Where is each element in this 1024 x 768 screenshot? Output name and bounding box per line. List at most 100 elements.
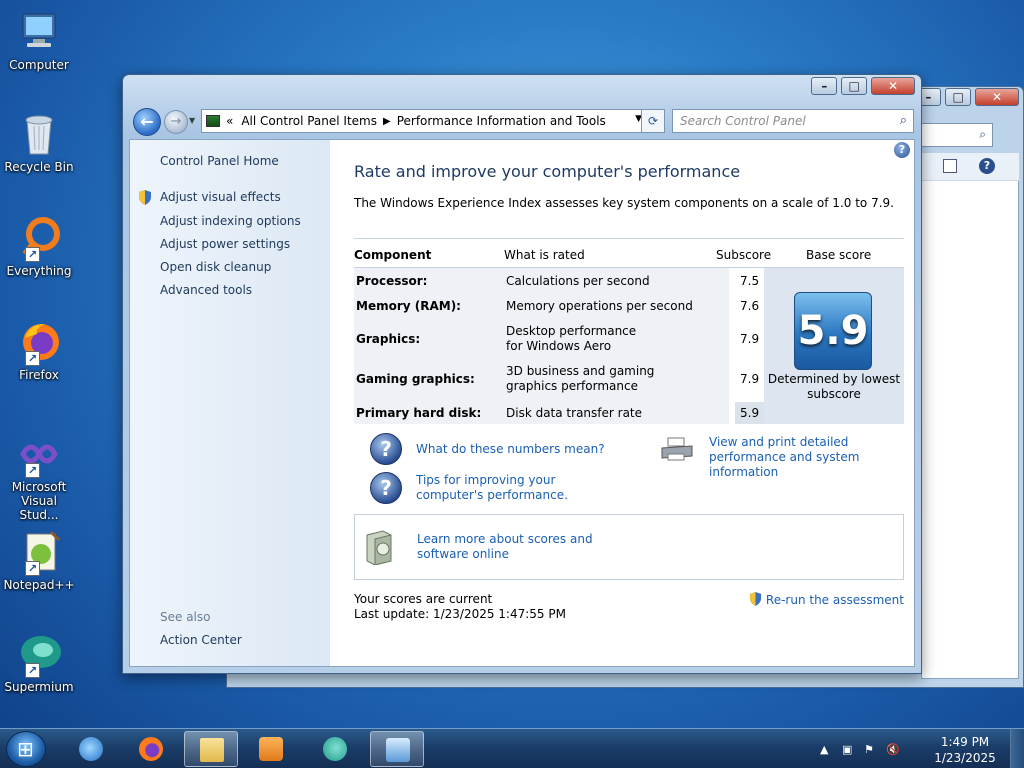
background-toolbar: ? — [921, 153, 1019, 181]
volume-muted-icon[interactable]: 🔇 — [886, 743, 900, 756]
desktop-icon-label: Notepad++ — [3, 578, 75, 592]
row-component: Primary hard disk: — [356, 406, 482, 420]
breadcrumb-chevron-icon[interactable]: ▶ — [383, 116, 391, 127]
shortcut-arrow-icon: ↗ — [25, 561, 40, 576]
maximize-button[interactable]: □ — [945, 88, 972, 106]
recent-pages-dropdown-icon[interactable]: ▼ — [189, 116, 195, 125]
header-base-score: Base score — [806, 248, 872, 262]
control-panel-icon — [206, 115, 220, 127]
row-what-is-rated: Disk data transfer rate — [506, 406, 643, 420]
desktop-icon-notepad-plus[interactable]: ↗ Notepad++ — [2, 528, 76, 592]
page-intro: The Windows Experience Index assesses ke… — [354, 196, 894, 210]
notepad-plus-icon: ↗ — [15, 528, 63, 576]
taskbar-supermium[interactable] — [308, 731, 362, 767]
desktop-icon-everything[interactable]: ↗ Everything — [2, 214, 76, 278]
close-button[interactable]: ✕ — [871, 77, 915, 95]
breadcrumb-all-control-panel-items[interactable]: All Control Panel Items — [241, 114, 377, 128]
sidebar-link-action-center[interactable]: Action Center — [160, 633, 242, 647]
taskbar-file-explorer[interactable] — [184, 731, 238, 767]
link-what-do-these-numbers-mean[interactable]: What do these numbers mean? — [416, 442, 605, 457]
show-desktop-button[interactable] — [1010, 729, 1024, 768]
firefox-icon — [139, 737, 163, 761]
rerun-assessment-link[interactable]: Re-run the assessment — [749, 592, 904, 607]
row-what-is-rated: Memory operations per second — [506, 299, 693, 313]
subscore-column — [729, 268, 765, 424]
background-search-input[interactable]: ⌕ — [921, 123, 993, 147]
scores-current-text: Your scores are current — [354, 592, 493, 606]
rerun-assessment-label[interactable]: Re-run the assessment — [766, 593, 904, 607]
folder-icon — [200, 738, 224, 762]
control-panel-icon — [386, 738, 410, 762]
desktop-icon-computer[interactable]: Computer — [2, 8, 76, 72]
visual-studio-icon: ↗ — [15, 430, 63, 478]
sidebar-link-advanced-tools[interactable]: Advanced tools — [160, 283, 252, 297]
row-subscore: 7.9 — [740, 372, 760, 386]
learn-more-box: Learn more about scores and software onl… — [354, 514, 904, 580]
search-input[interactable]: Search Control Panel ⌕ — [672, 109, 914, 133]
shortcut-arrow-icon: ↗ — [25, 663, 40, 678]
sidebar-link-adjust-visual-effects[interactable]: Adjust visual effects — [160, 190, 281, 204]
desktop-icon-label: Computer — [9, 58, 69, 72]
refresh-icon[interactable]: ⟳ — [641, 109, 665, 133]
taskbar-internet-explorer[interactable] — [64, 731, 118, 767]
clock[interactable]: 1:49 PM 1/23/2025 — [930, 734, 1000, 766]
help-icon[interactable]: ? — [894, 142, 910, 158]
link-learn-more-scores-software[interactable]: Learn more about scores and software onl… — [417, 532, 627, 562]
start-button[interactable] — [6, 731, 46, 767]
breadcrumb-performance[interactable]: Performance Information and Tools — [397, 114, 606, 128]
link-tips-for-improving[interactable]: Tips for improving your computer's perfo… — [416, 473, 626, 503]
help-icon[interactable]: ? — [979, 158, 995, 174]
sidebar-link-control-panel-home[interactable]: Control Panel Home — [160, 154, 279, 168]
taskbar-media-player[interactable] — [244, 731, 298, 767]
row-what-is-rated: Calculations per second — [506, 274, 650, 288]
uac-shield-icon — [749, 592, 762, 606]
network-icon[interactable]: ▣ — [842, 743, 854, 756]
desktop-icon-firefox[interactable]: ↗ Firefox — [2, 318, 76, 382]
score-table-header: Component What is rated Subscore Base sc… — [354, 238, 904, 268]
clock-date: 1/23/2025 — [934, 751, 996, 765]
row-subscore: 5.9 — [740, 406, 760, 420]
forward-arrow-icon[interactable]: → — [164, 110, 188, 134]
desktop-icon-supermium[interactable]: ↗ Supermium — [2, 630, 76, 694]
minimize-button[interactable]: – — [811, 77, 838, 95]
address-prefix[interactable]: « — [226, 114, 233, 128]
action-center-flag-icon[interactable]: ⚑ — [864, 743, 876, 756]
row-component: Gaming graphics: — [356, 372, 475, 386]
printer-icon — [661, 437, 693, 461]
maximize-button[interactable]: □ — [841, 77, 868, 95]
score-status: Your scores are current Last update: 1/2… — [354, 592, 566, 622]
sidebar-link-adjust-power-settings[interactable]: Adjust power settings — [160, 237, 290, 251]
shortcut-arrow-icon: ↗ — [25, 247, 40, 262]
preview-pane-icon[interactable] — [943, 159, 957, 173]
desktop-icon-label: Recycle Bin — [4, 160, 74, 174]
row-component: Processor: — [356, 274, 428, 288]
score-table: Component What is rated Subscore Base sc… — [354, 238, 904, 424]
software-box-icon — [366, 530, 392, 565]
clock-time: 1:49 PM — [940, 735, 990, 749]
taskbar-control-panel[interactable] — [370, 731, 424, 767]
background-content-pane — [921, 153, 1019, 679]
row-component: Memory (RAM): — [356, 299, 461, 313]
supermium-icon — [323, 737, 347, 761]
sidebar-link-open-disk-cleanup[interactable]: Open disk cleanup — [160, 260, 271, 274]
address-bar[interactable]: « All Control Panel Items ▶ Performance … — [201, 109, 649, 133]
search-icon: ⌕ — [979, 127, 986, 141]
performance-window[interactable]: – □ ✕ ← → ▼ « All Control Panel Items ▶ … — [122, 74, 922, 674]
desktop-icon-label: Supermium — [4, 680, 74, 694]
supermium-icon: ↗ — [15, 630, 63, 678]
close-button[interactable]: ✕ — [975, 88, 1019, 106]
link-view-and-print-details[interactable]: View and print detailed performance and … — [709, 435, 909, 480]
main-pane: ? Rate and improve your computer's perfo… — [330, 140, 914, 666]
base-score-caption: Determined by lowest subscore — [767, 372, 901, 401]
taskbar-firefox[interactable] — [124, 731, 178, 767]
search-icon[interactable]: ⌕ — [900, 110, 907, 132]
back-arrow-icon[interactable]: ← — [133, 108, 161, 136]
sidebar-link-adjust-indexing-options[interactable]: Adjust indexing options — [160, 214, 301, 228]
everything-icon: ↗ — [15, 214, 63, 262]
help-question-icon: ? — [370, 433, 402, 465]
desktop-icon-visual-studio[interactable]: ↗ Microsoft Visual Stud... — [2, 430, 76, 522]
show-hidden-icons-icon[interactable]: ▲ — [820, 743, 832, 756]
header-component: Component — [354, 248, 432, 262]
desktop-icon-recycle-bin[interactable]: Recycle Bin — [2, 110, 76, 174]
shortcut-arrow-icon: ↗ — [25, 463, 40, 478]
